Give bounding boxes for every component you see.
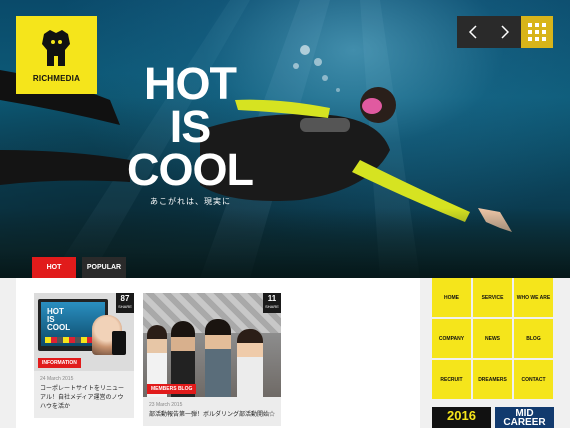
headline-line: COOL [127,144,254,195]
next-slide-button[interactable] [489,16,521,48]
phone-mockup [112,331,126,355]
grid-icon [528,23,532,27]
tab-hot[interactable]: HOT [32,257,76,278]
site-logo[interactable]: RICHMEDIA [16,16,97,94]
mockup-headline: HOT IS COOL [47,307,71,332]
hero-tagline: あこがれは、現実に [150,197,231,206]
article-card[interactable]: 11 SHARE MEMBERS BLOG 23 March 2015 部活動報… [143,293,281,426]
person [237,329,263,397]
article-date: 23 March 2015 [149,402,183,408]
menu-item-service[interactable]: SERVICE [473,278,512,317]
menu-item-contact[interactable]: CONTACT [514,360,553,399]
article-title[interactable]: コーポレートサイトをリニューアル！自社メディア運営のノウハウを活か [40,385,128,412]
lion-logo-icon [42,30,70,66]
menu-item-news[interactable]: NEWS [473,319,512,358]
article-title[interactable]: 部活動報告第一弾！ボルダリング部活動開始☆ [149,411,275,420]
banner-2016[interactable]: 2016 [432,407,491,428]
article-date: 24 March 2015 [40,376,74,382]
share-count-badge[interactable]: 87 SHARE [116,293,134,313]
menu-item-dreamers[interactable]: DREAMERS [473,360,512,399]
banner-mid-career[interactable]: MID CAREER [495,407,554,428]
menu-item-company[interactable]: COMPANY [432,319,471,358]
chevron-right-icon [501,25,510,39]
article-body: 23 March 2015 部活動報告第一弾！ボルダリング部活動開始☆ [143,397,281,426]
headline-line: HOT [144,58,237,109]
sidebar: HOME SERVICE WHO WE ARE COMPANY NEWS BLO… [420,278,570,428]
headline-line: IS [169,101,212,152]
main-menu: HOME SERVICE WHO WE ARE COMPANY NEWS BLO… [432,278,554,399]
article-thumbnail[interactable]: 11 SHARE MEMBERS BLOG [143,293,281,397]
slider-controls [457,16,553,48]
prev-slide-button[interactable] [457,16,489,48]
menu-item-who-we-are[interactable]: WHO WE ARE [514,278,553,317]
person [205,319,231,397]
article-card[interactable]: HOT IS COOL 87 SHARE INFORMATION 24 Marc… [34,293,134,418]
tab-popular[interactable]: POPULAR [82,257,126,278]
menu-item-home[interactable]: HOME [432,278,471,317]
article-body: 24 March 2015 コーポレートサイトをリニューアル！自社メディア運営の… [34,371,134,418]
category-badge[interactable]: MEMBERS BLOG [147,384,197,394]
article-list: HOT IS COOL 87 SHARE INFORMATION 24 Marc… [16,278,420,428]
logo-wordmark: RICHMEDIA [32,74,81,83]
hero-headline: HOT IS COOL [120,58,260,195]
chevron-left-icon [468,25,477,39]
article-thumbnail[interactable]: HOT IS COOL 87 SHARE INFORMATION [34,293,134,371]
hero-slider: RICHMEDIA HOT IS COOL あこがれは、現実に HOT POPU… [0,0,570,278]
menu-item-recruit[interactable]: RECRUIT [432,360,471,399]
menu-item-blog[interactable]: BLOG [514,319,553,358]
category-badge[interactable]: INFORMATION [38,358,81,368]
share-count-badge[interactable]: 11 SHARE [263,293,281,313]
grid-view-button[interactable] [521,16,553,48]
